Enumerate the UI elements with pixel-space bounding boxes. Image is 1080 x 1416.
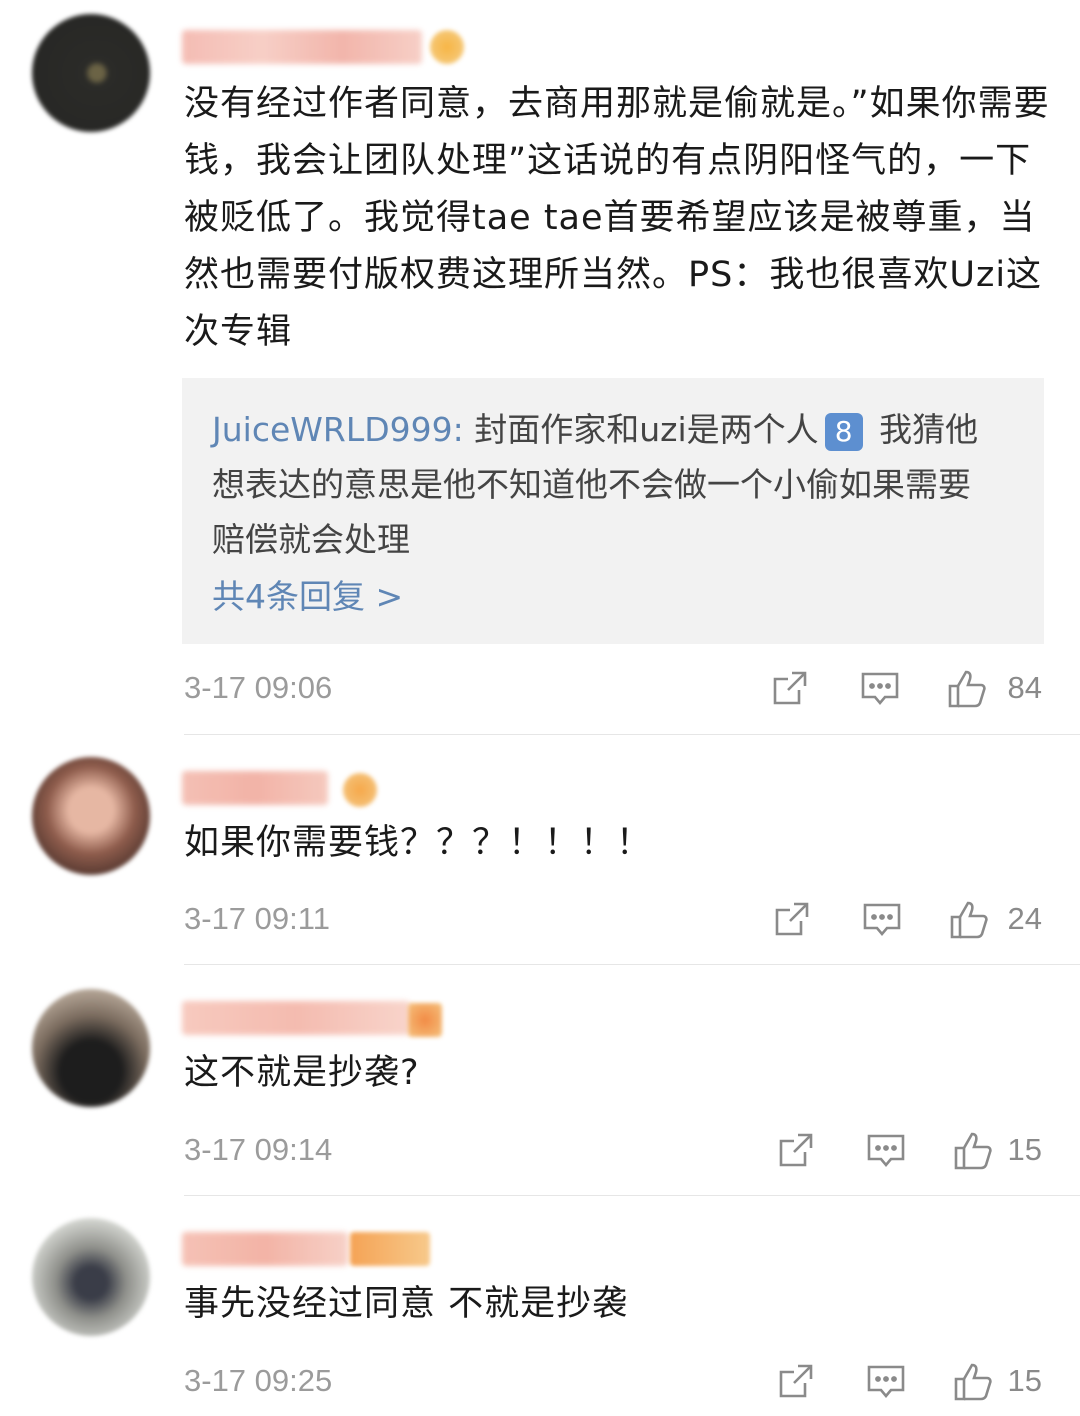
like-count: 15: [1007, 1363, 1042, 1398]
username-blurred[interactable]: [182, 1232, 348, 1266]
comment-meta: 3-17 09:14 15: [184, 1130, 1042, 1174]
avatar[interactable]: [32, 757, 150, 875]
like-count: 84: [1007, 670, 1042, 705]
comment-time: 3-17 09:06: [184, 670, 333, 705]
like-icon[interactable]: [946, 668, 988, 710]
username-blurred[interactable]: [182, 30, 422, 64]
comment-text: 没有经过作者同意，去商用那就是偷就是。”如果你需要钱，我会让团队处理”这话说的有…: [184, 84, 1050, 352]
comment-text: 事先没经过同意 不就是抄袭: [184, 1284, 629, 1324]
reply-body-start: 封面作家和uzi是两个人: [463, 410, 819, 449]
comment-meta: 3-17 09:11 24: [184, 899, 1042, 943]
comment-time: 3-17 09:25: [184, 1363, 333, 1398]
comment-time: 3-17 09:14: [184, 1132, 333, 1167]
verified-badge-icon: [343, 773, 377, 807]
like-icon[interactable]: [948, 899, 990, 941]
comment-item: 事先没经过同意 不就是抄袭 3-17 09:25 15: [0, 1196, 1080, 1416]
like-icon[interactable]: [952, 1130, 994, 1172]
avatar[interactable]: [32, 1218, 150, 1336]
comment-item: 没有经过作者同意，去商用那就是偷就是。”如果你需要钱，我会让团队处理”这话说的有…: [0, 0, 1080, 735]
reply-text: JuiceWRLD999: 封面作家和uzi是两个人 8 我猜他想表达的意思是他不…: [212, 402, 1002, 567]
comment-item: 如果你需要钱？？？！！！！ 3-17 09:11 24: [0, 735, 1080, 965]
verified-badge-icon: [350, 1232, 430, 1266]
comment-text: 这不就是抄袭?: [184, 1053, 420, 1093]
reply-username[interactable]: JuiceWRLD999:: [212, 410, 464, 449]
share-icon[interactable]: [770, 668, 810, 708]
comment-icon[interactable]: [862, 899, 902, 939]
like-count: 24: [1007, 901, 1042, 936]
avatar[interactable]: [32, 14, 150, 132]
username-blurred[interactable]: [182, 1001, 410, 1035]
comment-text: 如果你需要钱？？？！！！！: [184, 823, 653, 863]
avatar[interactable]: [32, 989, 150, 1107]
keycap-eight-icon: 8: [824, 412, 863, 451]
more-replies-link[interactable]: 共4条回复 >: [212, 570, 403, 618]
verified-badge-icon: [430, 30, 464, 64]
comment-icon[interactable]: [866, 1130, 906, 1170]
comment-item: 这不就是抄袭? 3-17 09:14 15: [0, 965, 1080, 1196]
comment-icon[interactable]: [860, 668, 900, 708]
share-icon[interactable]: [776, 1130, 816, 1170]
like-count: 15: [1007, 1132, 1042, 1167]
comment-meta: 3-17 09:25 15: [184, 1361, 1042, 1405]
comment-time: 3-17 09:11: [184, 901, 330, 936]
share-icon[interactable]: [776, 1361, 816, 1401]
comment-icon[interactable]: [866, 1361, 906, 1401]
verified-badge-icon: [408, 1003, 442, 1037]
reply-box[interactable]: JuiceWRLD999: 封面作家和uzi是两个人 8 我猜他想表达的意思是他不…: [182, 378, 1044, 644]
username-blurred[interactable]: [182, 771, 328, 805]
like-icon[interactable]: [952, 1361, 994, 1403]
share-icon[interactable]: [772, 899, 812, 939]
comment-meta: 3-17 09:06 84: [184, 668, 1042, 712]
